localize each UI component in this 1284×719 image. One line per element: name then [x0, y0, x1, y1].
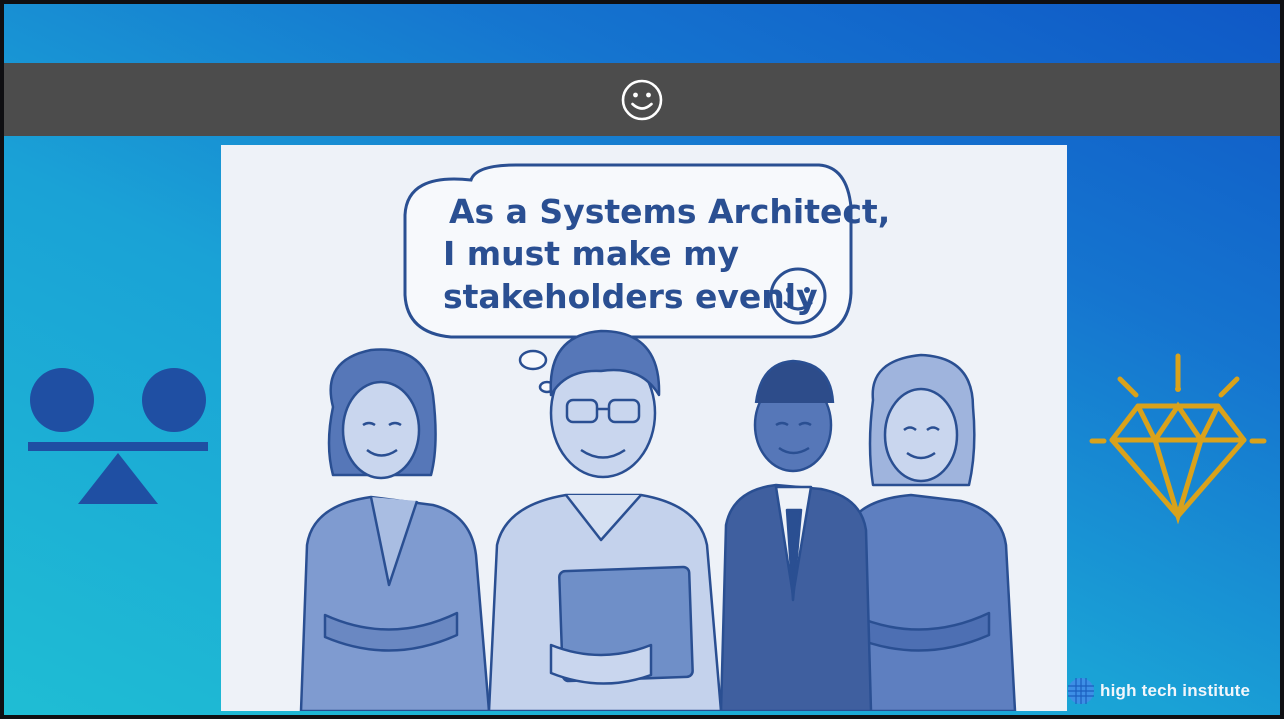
brand-logo: high tech institute — [1066, 674, 1276, 708]
stakeholders-illustration: As a Systems Architect, I must make my s… — [221, 145, 1067, 711]
slide: As a Systems Architect, I must make my s… — [0, 0, 1284, 719]
title-bar — [4, 63, 1280, 136]
speech-bubble: As a Systems Architect, I must make my s… — [403, 163, 890, 339]
balance-scale-icon — [28, 368, 208, 504]
bubble-line-1: As a Systems Architect, — [449, 192, 890, 231]
brand-name: high tech institute — [1100, 681, 1251, 700]
thought-dot — [518, 349, 548, 371]
stakeholder-woman-left — [299, 348, 491, 711]
bubble-line-2: I must make my — [443, 234, 739, 273]
systems-architect-man — [487, 329, 723, 711]
stakeholder-man-suit — [719, 359, 873, 711]
smiley-face-icon — [621, 79, 663, 120]
bubble-line-3: stakeholders evenly — [443, 277, 818, 316]
globe-logo-icon — [1068, 678, 1094, 704]
diamond-sparkle-icon — [1089, 353, 1267, 524]
